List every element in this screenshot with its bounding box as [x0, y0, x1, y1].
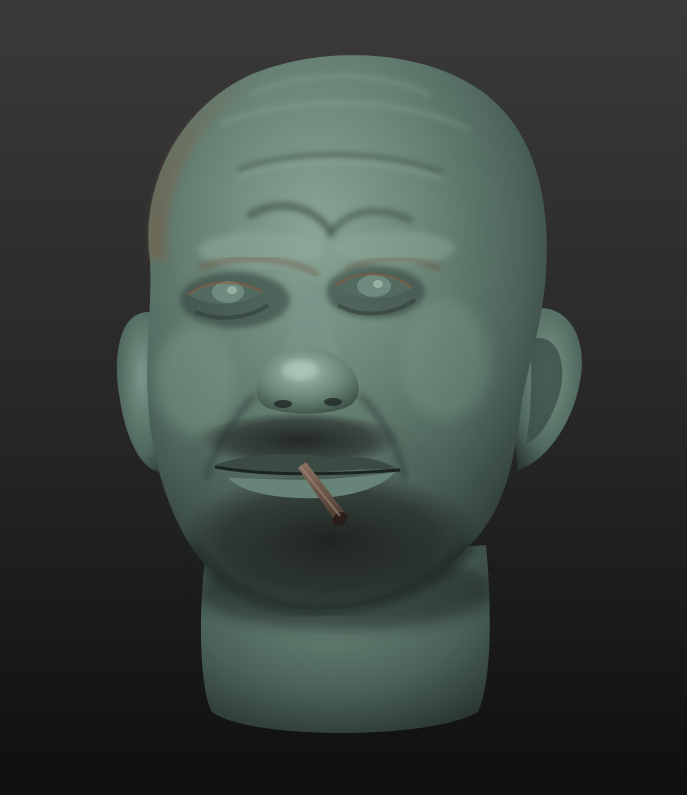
sculpt-render	[0, 0, 687, 795]
right-nostril	[324, 398, 342, 406]
left-nostril	[274, 400, 292, 408]
left-cheek-highlight	[155, 325, 235, 435]
nose-tip-highlight	[282, 360, 318, 380]
sculpt-viewport[interactable]	[0, 0, 687, 795]
right-cheek-highlight	[400, 300, 490, 420]
